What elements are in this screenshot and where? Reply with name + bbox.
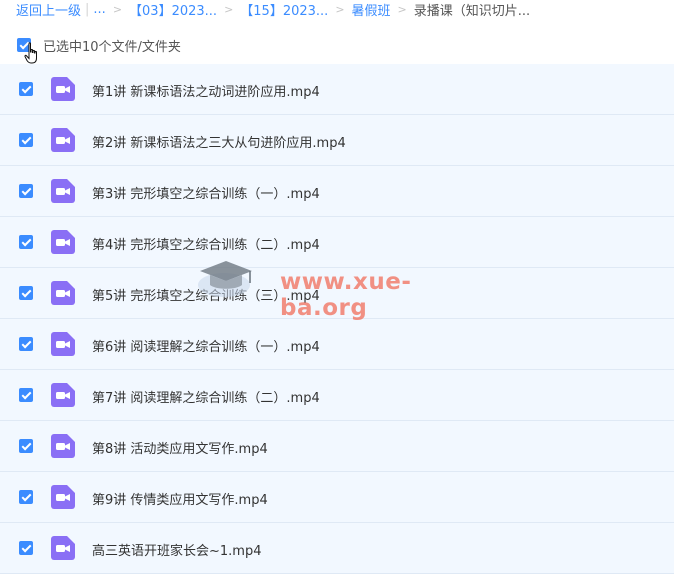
file-browser: 返回上一级 | ... > 【03】2023... > 【15】2023... …: [0, 0, 674, 575]
file-name[interactable]: 第8讲 活动类应用文写作.mp4: [92, 438, 268, 457]
file-row[interactable]: 第2讲 新课标语法之三大从句进阶应用.mp4: [0, 115, 674, 166]
chevron-right-icon: >: [224, 2, 234, 16]
breadcrumb-divider: |: [85, 1, 90, 17]
breadcrumb-current: 录播课（知识切片...: [413, 3, 531, 19]
file-list: 第1讲 新课标语法之动词进阶应用.mp4 第2讲 新课标语法之三大从句进阶应用.…: [0, 64, 674, 574]
video-file-icon: [51, 536, 75, 560]
video-file-icon: [51, 383, 75, 407]
selection-summary: 已选中10个文件/文件夹: [43, 39, 181, 55]
file-name[interactable]: 第3讲 完形填空之综合训练（一）.mp4: [92, 183, 320, 202]
file-name[interactable]: 第7讲 阅读理解之综合训练（二）.mp4: [92, 387, 320, 406]
file-row[interactable]: 第6讲 阅读理解之综合训练（一）.mp4: [0, 319, 674, 370]
chevron-right-icon: >: [335, 2, 345, 16]
back-link[interactable]: 返回上一级: [16, 0, 81, 19]
file-checkbox[interactable]: [19, 388, 33, 402]
video-file-icon: [51, 230, 75, 254]
file-name[interactable]: 第4讲 完形填空之综合训练（二）.mp4: [92, 234, 320, 253]
breadcrumb: 返回上一级 | ... > 【03】2023... > 【15】2023... …: [16, 0, 531, 19]
file-name[interactable]: 第9讲 传情类应用文写作.mp4: [92, 489, 268, 508]
file-row[interactable]: 第7讲 阅读理解之综合训练（二）.mp4: [0, 370, 674, 421]
video-file-icon: [51, 179, 75, 203]
file-checkbox[interactable]: [19, 337, 33, 351]
selection-bar: 已选中10个文件/文件夹: [17, 36, 181, 55]
select-all-checkbox[interactable]: [17, 38, 31, 52]
file-row[interactable]: 第5讲 完形填空之综合训练（三）.mp4: [0, 268, 674, 319]
video-file-icon: [51, 434, 75, 458]
file-row[interactable]: 第3讲 完形填空之综合训练（一）.mp4: [0, 166, 674, 217]
file-row[interactable]: 高三英语开班家长会~1.mp4: [0, 523, 674, 574]
breadcrumb-ellipsis[interactable]: ...: [93, 2, 105, 17]
file-checkbox[interactable]: [19, 184, 33, 198]
chevron-right-icon: >: [112, 2, 123, 16]
breadcrumb-item-15[interactable]: 【15】2023...: [240, 0, 328, 19]
breadcrumb-item-03[interactable]: 【03】2023...: [129, 0, 217, 19]
file-row[interactable]: 第1讲 新课标语法之动词进阶应用.mp4: [0, 64, 674, 115]
file-name[interactable]: 第6讲 阅读理解之综合训练（一）.mp4: [92, 336, 320, 355]
video-file-icon: [51, 332, 75, 356]
file-row[interactable]: 第4讲 完形填空之综合训练（二）.mp4: [0, 217, 674, 268]
file-checkbox[interactable]: [19, 133, 33, 147]
file-name[interactable]: 第5讲 完形填空之综合训练（三）.mp4: [92, 285, 320, 304]
file-name[interactable]: 高三英语开班家长会~1.mp4: [92, 540, 261, 559]
file-checkbox[interactable]: [19, 235, 33, 249]
video-file-icon: [51, 485, 75, 509]
file-name[interactable]: 第2讲 新课标语法之三大从句进阶应用.mp4: [92, 132, 346, 151]
file-checkbox[interactable]: [19, 286, 33, 300]
file-checkbox[interactable]: [19, 439, 33, 453]
file-checkbox[interactable]: [19, 82, 33, 96]
video-file-icon: [51, 77, 75, 101]
video-file-icon: [51, 281, 75, 305]
file-row[interactable]: 第8讲 活动类应用文写作.mp4: [0, 421, 674, 472]
file-checkbox[interactable]: [19, 490, 33, 504]
video-file-icon: [51, 128, 75, 152]
file-row[interactable]: 第9讲 传情类应用文写作.mp4: [0, 472, 674, 523]
chevron-right-icon: >: [397, 2, 407, 16]
breadcrumb-item-summer[interactable]: 暑假班: [352, 0, 391, 19]
file-name[interactable]: 第1讲 新课标语法之动词进阶应用.mp4: [92, 81, 320, 100]
file-checkbox[interactable]: [19, 541, 33, 555]
